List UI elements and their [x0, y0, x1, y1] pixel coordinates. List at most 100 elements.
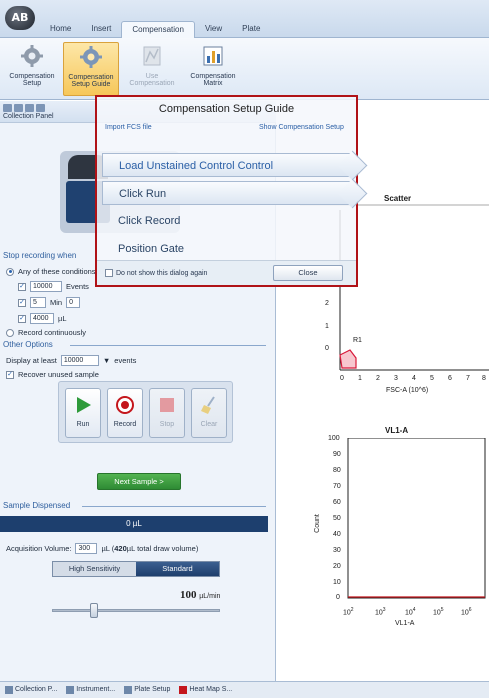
- events-unit: Events: [66, 282, 89, 291]
- matrix-icon: [203, 46, 223, 66]
- stop-button[interactable]: Stop: [149, 388, 185, 438]
- play-icon: [77, 397, 91, 413]
- scatter-y-tick-2: 2: [325, 300, 329, 307]
- events-field[interactable]: 10000: [30, 281, 62, 292]
- step-click-record[interactable]: Click Record: [102, 209, 352, 233]
- compensation-setup-guide-dialog: Compensation Setup Guide Import FCS file…: [95, 95, 358, 287]
- acquisition-volume-row: Acquisition Volume: 300 µL (420 µL total…: [6, 543, 198, 554]
- compensation-setup-guide-button[interactable]: Compensation Setup Guide: [63, 42, 119, 96]
- stop-label: Stop: [159, 421, 175, 428]
- tab-insert[interactable]: Insert: [81, 21, 121, 37]
- hist-y-tick-30: 30: [333, 547, 341, 554]
- dialog-footer: Do not show this dialog again Close: [97, 260, 356, 285]
- histogram-plot: [347, 438, 486, 599]
- tab-instrument-label: Instrument...: [76, 686, 116, 693]
- qat-open-icon[interactable]: [3, 104, 12, 112]
- volume-checkbox[interactable]: ✓: [18, 314, 26, 323]
- use-compensation-icon: [143, 46, 161, 66]
- display-select[interactable]: 10000: [60, 355, 99, 366]
- hist-y-tick-20: 20: [333, 563, 341, 570]
- compensation-matrix-button[interactable]: Compensation Matrix: [185, 42, 241, 96]
- quick-access-toolbar: [3, 104, 45, 112]
- sensitivity-toggle: High Sensitivity Standard: [52, 561, 220, 577]
- qat-save-icon[interactable]: [14, 104, 23, 112]
- clear-button[interactable]: Clear: [191, 388, 227, 438]
- histogram-x-label: VL1-A: [395, 620, 415, 627]
- panel-title: Collection Panel: [3, 113, 54, 120]
- qat-layout-icon[interactable]: [36, 104, 45, 112]
- flow-rate-readout: 100 µL/min: [180, 589, 220, 601]
- close-button[interactable]: Close: [273, 265, 343, 281]
- show-compensation-setup-link[interactable]: Show Compensation Setup: [259, 124, 344, 131]
- volume-field[interactable]: 4000: [30, 313, 54, 324]
- hist-y-tick-10: 10: [333, 579, 341, 586]
- recover-row[interactable]: ✓ Recover unused sample: [6, 370, 99, 379]
- stop-recording-label: Stop recording when: [3, 251, 77, 260]
- flow-rate-slider[interactable]: [52, 609, 220, 612]
- tab-instrument[interactable]: Instrument...: [63, 682, 118, 698]
- import-fcs-link[interactable]: Import FCS file: [105, 124, 152, 131]
- recover-checkbox[interactable]: ✓: [6, 370, 14, 379]
- time-condition-row: ✓ 5 Min 0: [18, 297, 81, 308]
- tab-compensation[interactable]: Compensation: [121, 21, 195, 39]
- other-options-label: Other Options: [3, 340, 53, 349]
- standard-option[interactable]: Standard: [136, 562, 219, 576]
- events-checkbox[interactable]: ✓: [18, 282, 26, 291]
- hist-y-tick-40: 40: [333, 531, 341, 538]
- scatter-x-tick-5: 5: [430, 375, 434, 382]
- compensation-setup-button[interactable]: Compensation Setup: [4, 42, 60, 96]
- other-options-divider: [70, 345, 266, 346]
- record-continuously-row[interactable]: Record continuously: [6, 328, 86, 337]
- record-continuously-label: Record continuously: [18, 328, 86, 337]
- tab-home[interactable]: Home: [40, 21, 81, 37]
- step-position-gate[interactable]: Position Gate: [102, 237, 352, 261]
- app-logo[interactable]: AB: [5, 6, 35, 30]
- hist-y-tick-90: 90: [333, 451, 341, 458]
- gate-r1[interactable]: [339, 349, 357, 369]
- sample-dispensed-label: Sample Dispensed: [3, 501, 71, 510]
- hist-x-tick-6: 106: [461, 607, 472, 617]
- flow-rate-slider-thumb[interactable]: [90, 603, 98, 618]
- volume-condition-row: ✓ 4000 µL: [18, 313, 67, 324]
- acquisition-volume-field[interactable]: 300: [75, 543, 98, 554]
- dont-show-checkbox[interactable]: [105, 269, 113, 277]
- hist-x-tick-3: 103: [375, 607, 386, 617]
- use-compensation-label: Use Compensation: [129, 73, 175, 87]
- record-icon: [116, 396, 134, 414]
- hist-x-tick-4: 104: [405, 607, 416, 617]
- display-dropdown-icon[interactable]: ▼: [103, 356, 110, 365]
- next-sample-button[interactable]: Next Sample >: [97, 473, 181, 490]
- use-compensation-button[interactable]: Use Compensation: [124, 42, 180, 96]
- scatter-x-tick-7: 7: [466, 375, 470, 382]
- volume-unit: µL: [58, 314, 67, 323]
- sample-dispensed-divider: [82, 506, 266, 507]
- tab-plate-setup[interactable]: Plate Setup: [121, 682, 173, 698]
- scatter-y-tick-0: 0: [325, 345, 329, 352]
- histogram-frame: [347, 438, 486, 599]
- seconds-field[interactable]: 0: [66, 297, 81, 308]
- tab-heat-map[interactable]: Heat Map S...: [176, 682, 235, 698]
- scatter-x-tick-2: 2: [376, 375, 380, 382]
- minutes-field[interactable]: 5: [30, 297, 46, 308]
- time-checkbox[interactable]: ✓: [18, 298, 26, 307]
- qat-print-icon[interactable]: [25, 104, 34, 112]
- scatter-x-tick-0: 0: [340, 375, 344, 382]
- hist-y-tick-50: 50: [333, 515, 341, 522]
- broom-icon: [201, 396, 215, 414]
- step-load-unstained[interactable]: Load Unstained Control Control: [102, 153, 352, 177]
- flow-rate-value: 100: [180, 589, 197, 601]
- flow-rate-unit: µL/min: [199, 593, 221, 600]
- record-continuously-radio[interactable]: [6, 328, 14, 337]
- run-button[interactable]: Run: [65, 388, 101, 438]
- compensation-setup-guide-label: Compensation Setup Guide: [68, 74, 114, 88]
- record-button[interactable]: Record: [107, 388, 143, 438]
- tab-view[interactable]: View: [195, 21, 232, 37]
- tab-collection-panel[interactable]: Collection P...: [2, 682, 60, 698]
- step-click-run[interactable]: Click Run: [102, 181, 352, 205]
- high-sensitivity-option[interactable]: High Sensitivity: [53, 562, 136, 576]
- any-conditions-radio[interactable]: [6, 267, 14, 276]
- tab-plate[interactable]: Plate: [232, 21, 270, 37]
- dont-show-row[interactable]: Do not show this dialog again: [105, 269, 207, 277]
- title-bar: AB Home Insert Compensation View Plate: [0, 0, 489, 39]
- dialog-title: Compensation Setup Guide: [158, 103, 295, 115]
